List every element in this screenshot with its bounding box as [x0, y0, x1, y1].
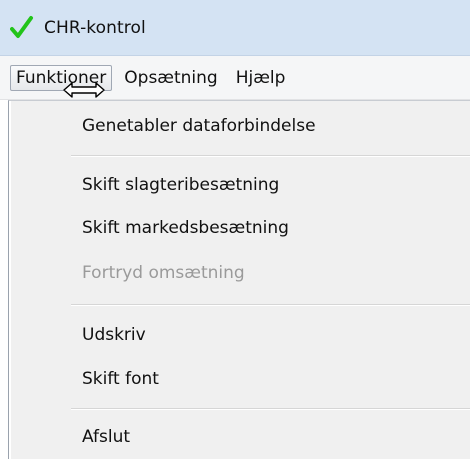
- window-title: CHR-kontrol: [44, 17, 146, 38]
- title-bar: CHR-kontrol: [0, 0, 470, 56]
- menu-separator: [71, 304, 470, 306]
- menu-item-skift-font[interactable]: Skift font: [82, 365, 159, 393]
- menu-item-skift-slagteribesaetning[interactable]: Skift slagteribesætning: [82, 171, 279, 199]
- menu-bar: Funktioner Opsætning Hjælp: [0, 56, 470, 100]
- menu-separator: [71, 155, 470, 157]
- funktioner-dropdown-menu: Genetabler dataforbindelse Skift slagter…: [8, 100, 470, 459]
- menu-item-afslut[interactable]: Afslut: [82, 423, 130, 451]
- menu-hjaelp[interactable]: Hjælp: [230, 65, 292, 91]
- menu-item-skift-markedsbesaetning[interactable]: Skift markedsbesætning: [82, 214, 289, 242]
- menu-gutter: [9, 101, 11, 459]
- menu-item-genetabler-dataforbindelse[interactable]: Genetabler dataforbindelse: [82, 112, 316, 140]
- green-checkmark-icon: [10, 15, 34, 41]
- menu-opsaetning[interactable]: Opsætning: [118, 65, 223, 91]
- app-window: CHR-kontrol Funktioner Opsætning Hjælp G…: [0, 0, 470, 459]
- menu-funktioner[interactable]: Funktioner: [10, 64, 113, 91]
- menu-item-fortryd-omsaetning: Fortryd omsætning: [82, 263, 245, 283]
- menu-item-udskriv[interactable]: Udskriv: [82, 321, 146, 349]
- menu-separator: [71, 408, 470, 410]
